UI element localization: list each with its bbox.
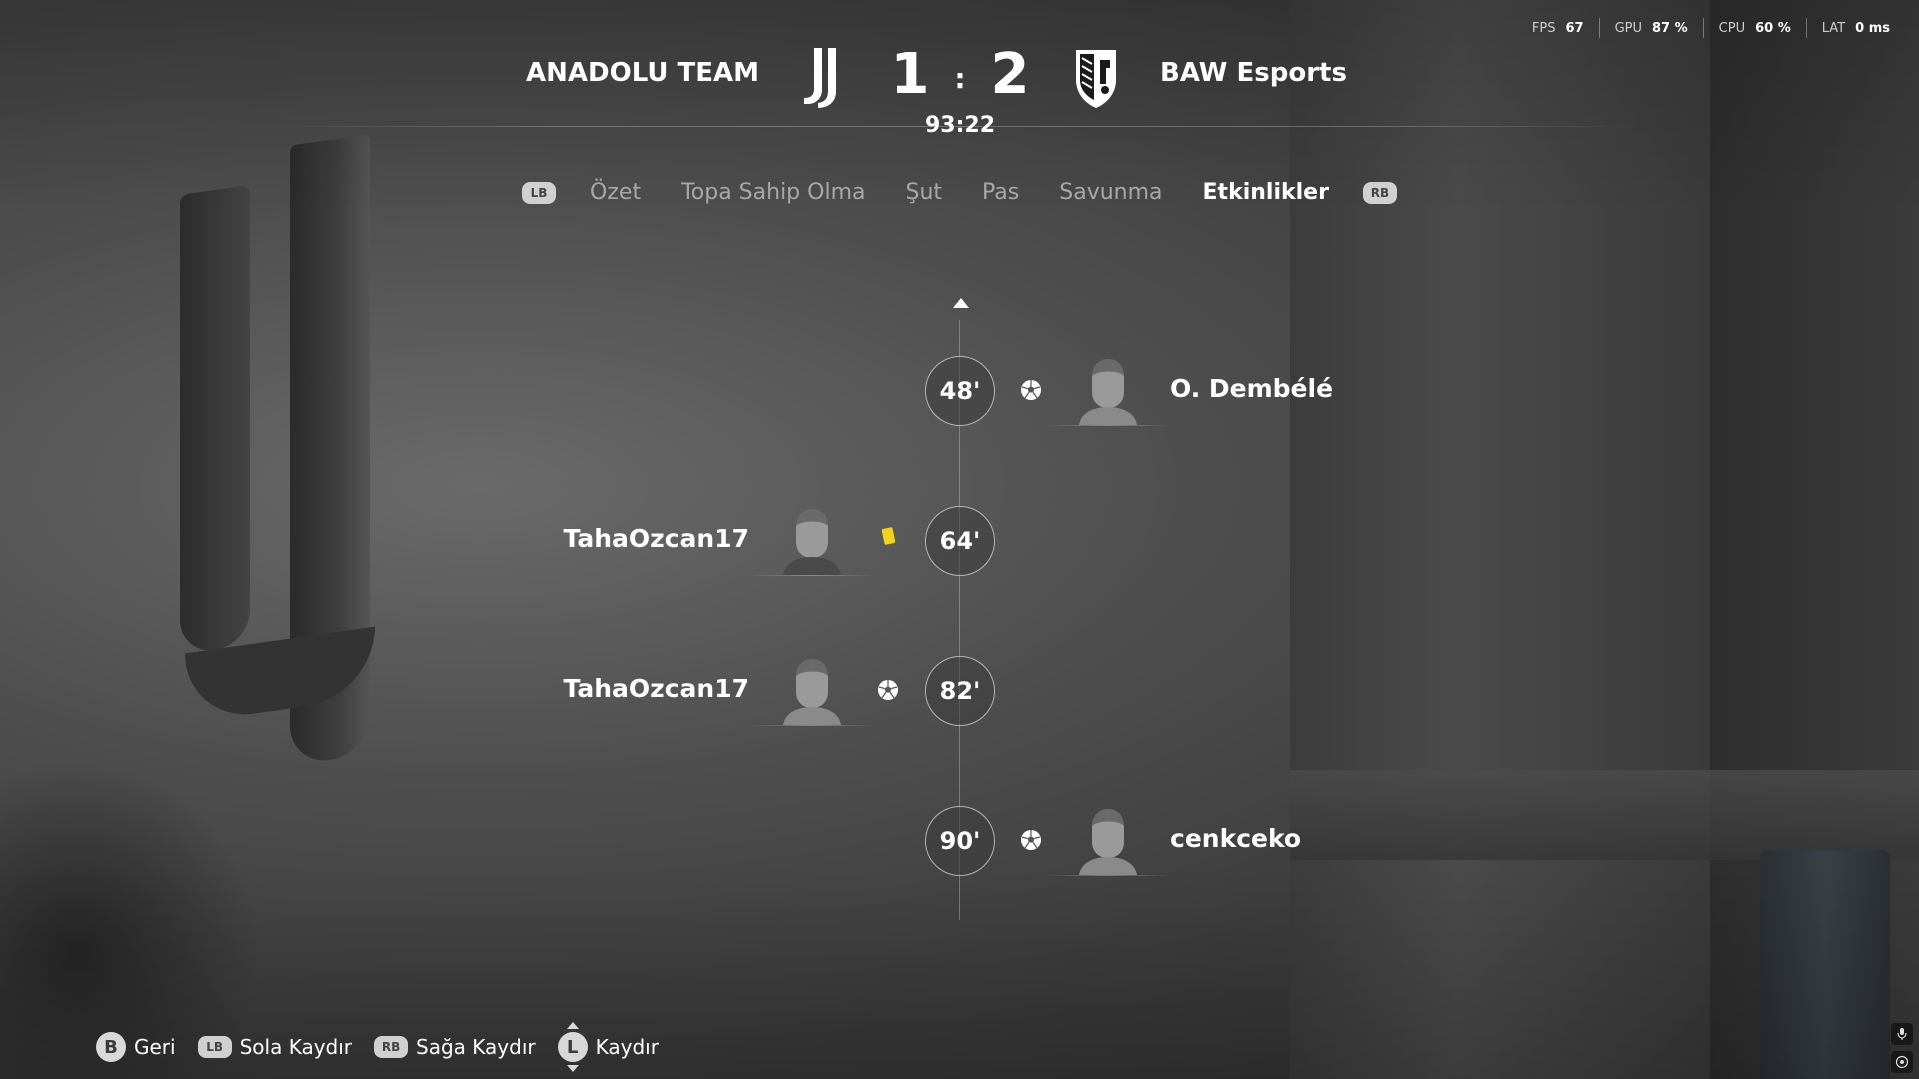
juventus-crest-icon — [804, 48, 836, 108]
back-label: Geri — [134, 1035, 176, 1059]
football-icon — [1021, 830, 1041, 850]
player-avatar — [747, 659, 877, 726]
latency-label: LAT — [1821, 20, 1846, 36]
b-button-icon: B — [96, 1032, 126, 1062]
event-player-name: TahaOzcan17 — [563, 524, 749, 553]
away-team-name: BAW Esports — [1160, 58, 1347, 88]
player-avatar — [1043, 809, 1173, 876]
cpu-label: CPU — [1718, 20, 1746, 36]
player-avatar — [1043, 359, 1173, 426]
tab-possession[interactable]: Topa Sahip Olma — [681, 180, 865, 205]
back-hint[interactable]: B Geri — [96, 1032, 176, 1062]
fps-stat: FPS 67 — [1517, 18, 1599, 38]
event-minute: 90' — [925, 806, 995, 876]
performance-overlay: FPS 67 GPU 87 % CPU 60 % LAT 0 ms — [1517, 18, 1905, 38]
scroll-label: Kaydır — [595, 1035, 659, 1059]
tab-defending[interactable]: Savunma — [1059, 180, 1162, 205]
tab-summary[interactable]: Özet — [590, 180, 641, 205]
scroll-right-hint[interactable]: RB Sağa Kaydır — [374, 1035, 536, 1059]
gpu-stat: GPU 87 % — [1598, 18, 1703, 38]
home-team-name: ANADOLU TEAM — [526, 58, 759, 88]
microphone-icon[interactable] — [1891, 1023, 1913, 1045]
timeline-event: 48' O. Dembélé — [0, 356, 1919, 426]
timeline-event: 64' TahaOzcan17 — [0, 506, 1919, 576]
scroll-left-hint[interactable]: LB Sola Kaydır — [197, 1035, 353, 1059]
cpu-stat: CPU 60 % — [1702, 18, 1806, 38]
gpu-label: GPU — [1614, 20, 1643, 36]
button-hints-bar: B Geri LB Sola Kaydır RB Sağa Kaydır L K… — [96, 1022, 681, 1072]
cpu-value: 60 % — [1755, 20, 1791, 36]
prev-tab-bumper[interactable]: LB — [522, 181, 557, 204]
scroll-up-arrow-icon[interactable] — [953, 298, 969, 308]
score-separator: : — [954, 62, 966, 95]
stats-tab-bar: LB Özet Topa Sahip Olma Şut Pas Savunma … — [0, 180, 1919, 205]
event-minute: 82' — [925, 656, 995, 726]
left-stick-icon: L — [557, 1022, 588, 1072]
scroll-hint[interactable]: L Kaydır — [557, 1022, 659, 1072]
tab-events[interactable]: Etkinlikler — [1203, 180, 1329, 205]
tab-passing[interactable]: Pas — [982, 180, 1019, 205]
player-avatar — [747, 509, 877, 576]
rb-button-icon: RB — [374, 1036, 409, 1058]
stick-down-arrow-icon — [566, 1065, 579, 1072]
left-stick-knob: L — [557, 1032, 588, 1062]
scroll-left-label: Sola Kaydır — [239, 1035, 353, 1059]
stick-up-arrow-icon — [566, 1022, 579, 1029]
background-barrel — [1760, 850, 1890, 1079]
event-player-name: TahaOzcan17 — [563, 674, 749, 703]
fps-label: FPS — [1531, 20, 1556, 36]
event-minute: 64' — [925, 506, 995, 576]
timeline-event: 90' cenkceko — [0, 806, 1919, 876]
gpu-value: 87 % — [1652, 20, 1688, 36]
yellow-card-icon — [882, 527, 895, 545]
scroll-right-label: Sağa Kaydır — [416, 1035, 536, 1059]
football-icon — [1021, 380, 1041, 400]
home-score: 1 — [890, 42, 930, 107]
latency-stat: LAT 0 ms — [1805, 18, 1905, 38]
header-divider — [280, 126, 1640, 127]
lb-button-icon: LB — [197, 1036, 232, 1058]
next-tab-bumper[interactable]: RB — [1362, 181, 1397, 204]
record-icon[interactable] — [1891, 1051, 1913, 1073]
event-player-name: cenkceko — [1170, 824, 1302, 853]
system-tray — [1891, 1023, 1913, 1073]
tab-shots[interactable]: Şut — [905, 180, 942, 205]
event-player-name: O. Dembélé — [1170, 374, 1334, 403]
latency-value: 0 ms — [1855, 20, 1890, 36]
timeline-event: 82' TahaOzcan17 — [0, 656, 1919, 726]
football-icon — [878, 680, 898, 700]
guimaraes-crest-icon — [1076, 50, 1116, 108]
event-minute: 48' — [925, 356, 995, 426]
fps-value: 67 — [1565, 20, 1584, 36]
away-score: 2 — [990, 42, 1030, 107]
